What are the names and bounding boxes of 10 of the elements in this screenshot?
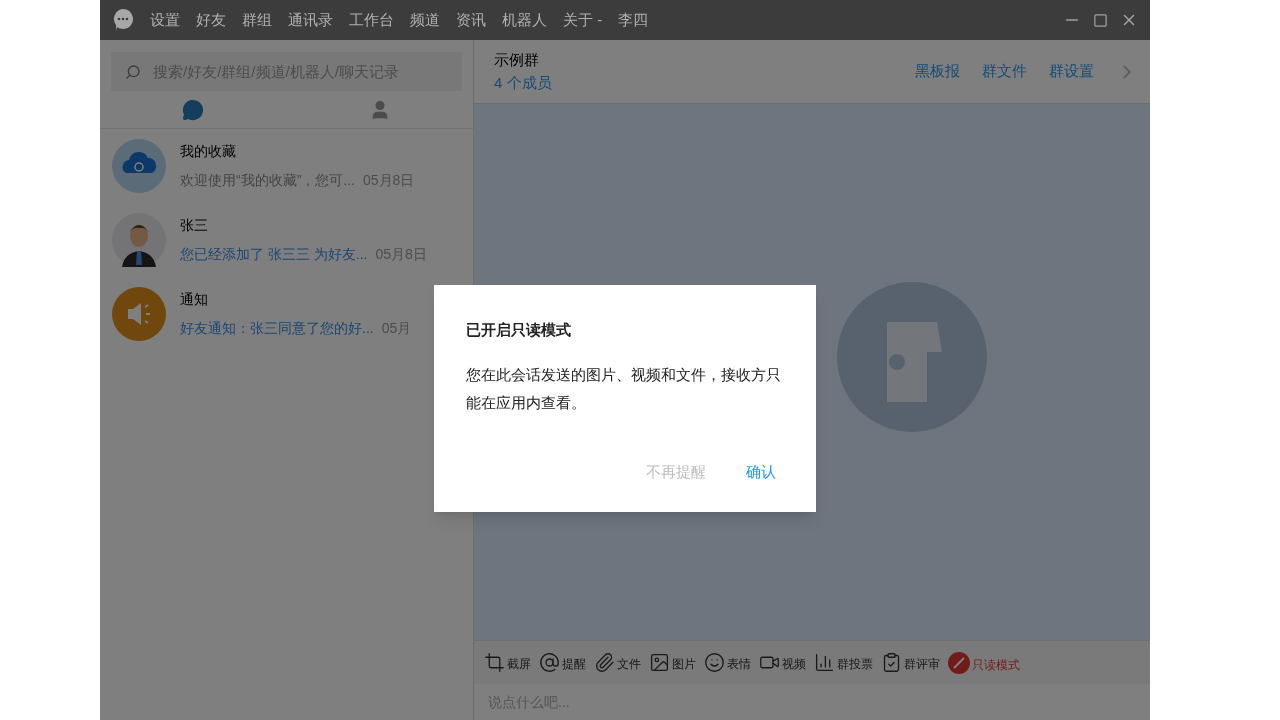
conversation-preview: 好友通知：张三同意了您的好... [180, 319, 374, 338]
conversation-name: 我的收藏 [180, 142, 237, 161]
dialog-title: 已开启只读模式 [466, 319, 572, 340]
dialog-message: 您在此会话发送的图片、视频和文件，接收方只能在应用内查看。 [466, 365, 782, 413]
chat-title: 示例群 [494, 50, 540, 70]
conversation-preview: 您已经添加了 张三三 为好友... [180, 245, 368, 264]
user-name: 李四 [618, 9, 649, 30]
conversation-preview: 欢迎使用“我的收藏”，您可... [180, 171, 355, 190]
conversation-name: 通知 [180, 290, 209, 309]
conversation-name: 张三 [180, 216, 209, 235]
